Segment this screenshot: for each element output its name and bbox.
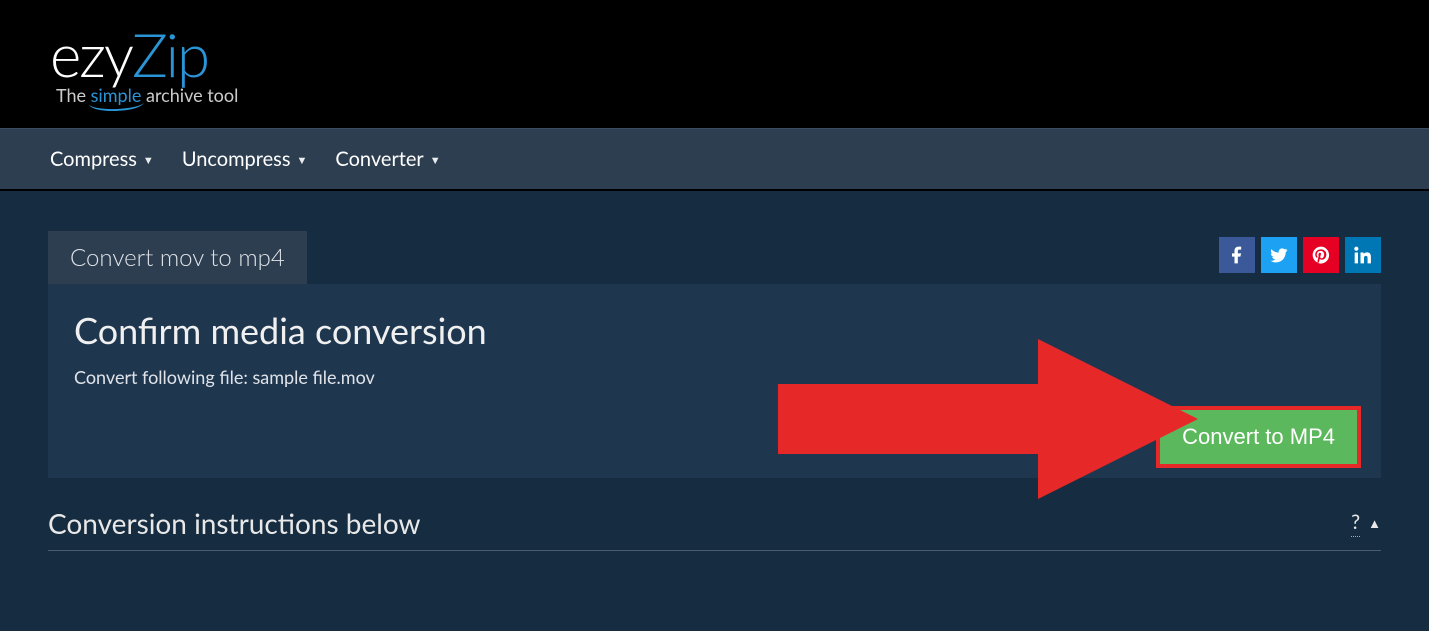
pinterest-icon — [1311, 245, 1331, 265]
nav-compress-label: Compress — [50, 147, 137, 171]
header: ezy Zip The simple archive tool — [0, 0, 1429, 128]
logo[interactable]: ezy Zip — [50, 18, 1379, 90]
instructions-title: Conversion instructions below — [48, 506, 421, 540]
main-content: Convert mov to mp4 Confirm media convers… — [0, 191, 1429, 478]
panel-subline: Convert following file: sample file.mov — [74, 366, 1355, 388]
tagline-emph: simple — [91, 84, 142, 106]
share-linkedin-button[interactable] — [1345, 237, 1381, 273]
tagline-pre: The — [56, 84, 91, 106]
social-share — [1219, 237, 1381, 273]
instructions-toggle[interactable]: ? ▲ — [1351, 510, 1381, 537]
linkedin-icon — [1353, 245, 1373, 265]
share-twitter-button[interactable] — [1261, 237, 1297, 273]
instructions-section: Conversion instructions below ? ▲ — [0, 478, 1429, 551]
tagline: The simple archive tool — [56, 84, 1379, 106]
share-pinterest-button[interactable] — [1303, 237, 1339, 273]
convert-button-label: Convert to MP4 — [1182, 424, 1335, 449]
logo-part-ezy: ezy — [50, 18, 132, 90]
facebook-icon — [1227, 245, 1247, 265]
panel-heading: Confirm media conversion — [74, 308, 1355, 352]
caret-down-icon: ▼ — [297, 154, 308, 167]
nav-uncompress[interactable]: Uncompress ▼ — [182, 129, 308, 189]
annotation-arrow-icon — [778, 339, 1198, 499]
help-icon: ? — [1351, 510, 1360, 537]
caret-down-icon: ▼ — [430, 154, 441, 167]
active-tab-label: Convert mov to mp4 — [70, 243, 285, 272]
twitter-icon — [1269, 245, 1289, 265]
chevron-up-icon: ▲ — [1368, 515, 1381, 531]
main-nav: Compress ▼ Uncompress ▼ Converter ▼ — [0, 128, 1429, 189]
caret-down-icon: ▼ — [143, 154, 154, 167]
conversion-panel: Confirm media conversion Convert followi… — [48, 284, 1381, 478]
active-tab[interactable]: Convert mov to mp4 — [48, 231, 307, 284]
logo-part-zip: Zip — [132, 18, 208, 90]
nav-converter[interactable]: Converter ▼ — [335, 129, 440, 189]
share-facebook-button[interactable] — [1219, 237, 1255, 273]
tagline-post: archive tool — [141, 84, 238, 106]
nav-uncompress-label: Uncompress — [182, 147, 291, 171]
nav-compress[interactable]: Compress ▼ — [50, 129, 154, 189]
convert-button[interactable]: Convert to MP4 — [1156, 406, 1361, 468]
nav-converter-label: Converter — [335, 147, 423, 171]
